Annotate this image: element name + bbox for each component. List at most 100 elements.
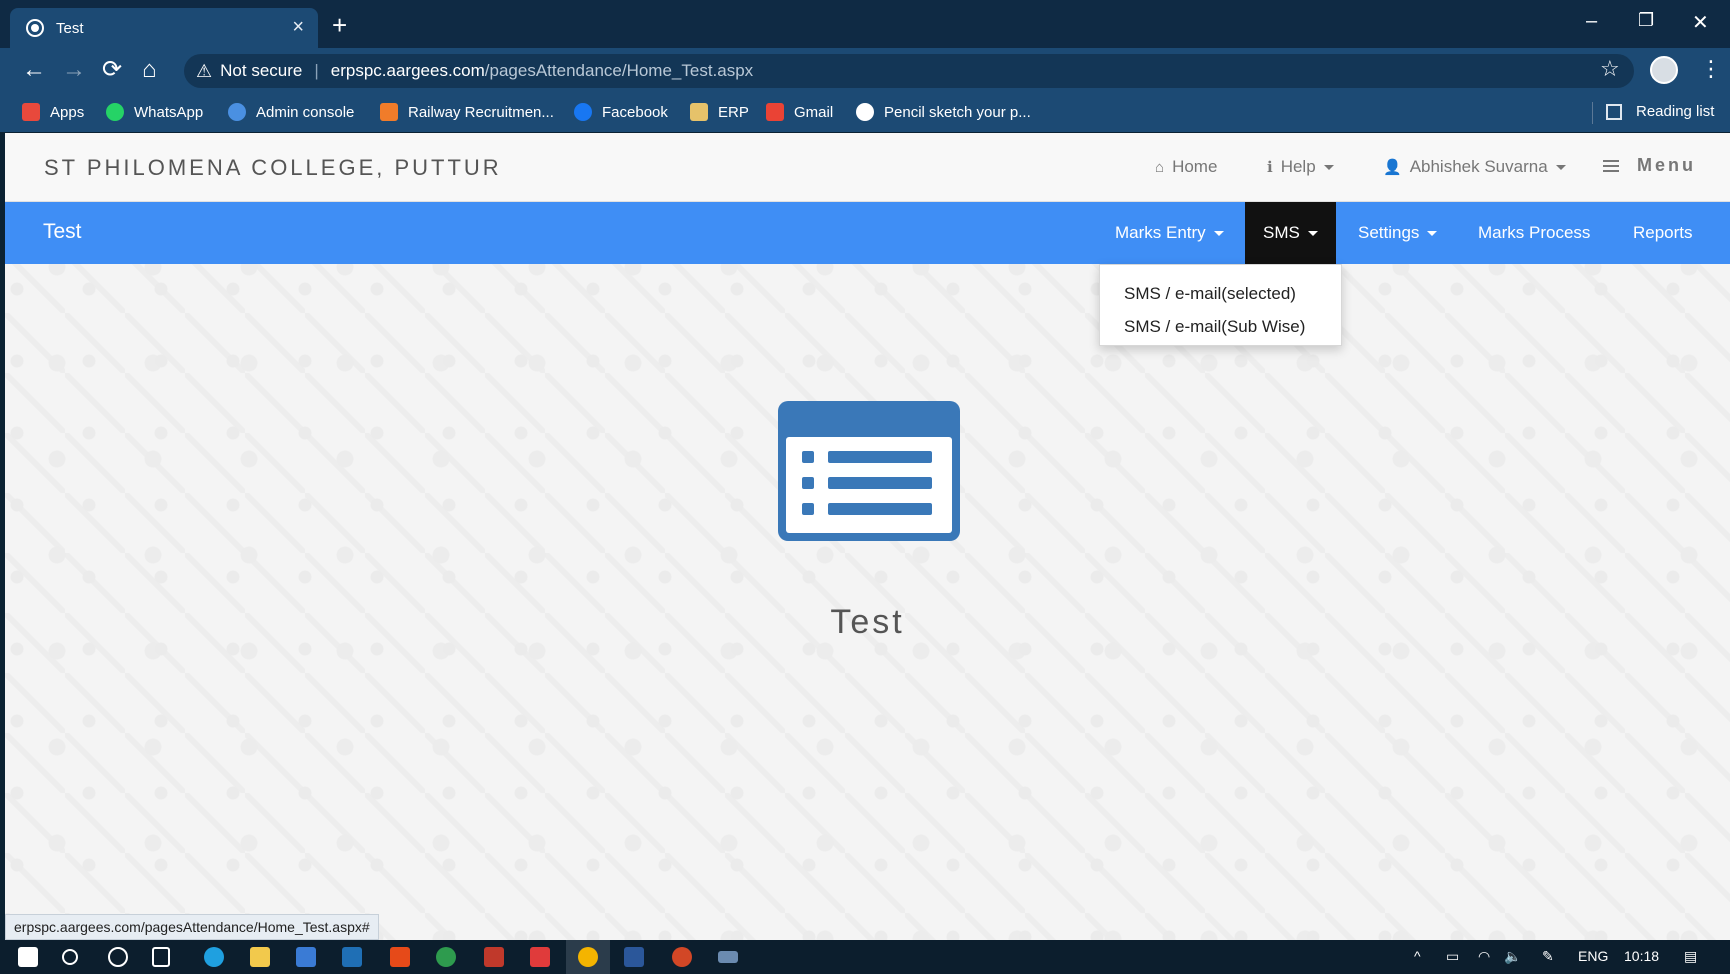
main-menu-button[interactable]: Menu (1603, 155, 1696, 176)
hamburger-icon (1603, 159, 1619, 172)
erp-icon (690, 103, 708, 121)
caret-down-icon (1323, 164, 1334, 170)
user-icon: 👤 (1383, 159, 1402, 176)
media-app-icon[interactable] (530, 947, 550, 967)
bookmark-apps[interactable]: Apps (22, 103, 84, 121)
search-icon[interactable] (62, 949, 78, 965)
caret-down-icon (1307, 230, 1318, 236)
help-menu[interactable]: ℹ Help (1267, 157, 1334, 177)
volume-icon[interactable]: 🔈 (1504, 948, 1521, 965)
tab-title: Test (56, 19, 84, 37)
language-indicator[interactable]: ENG (1578, 948, 1608, 964)
store-icon[interactable] (296, 947, 316, 967)
bookmark-whatsapp[interactable]: WhatsApp (106, 103, 203, 121)
gmail-icon (766, 103, 784, 121)
user-menu[interactable]: 👤 Abhishek Suvarna (1383, 157, 1566, 177)
bookmark-facebook[interactable]: Facebook (574, 103, 668, 121)
tab-close-icon[interactable]: × (292, 16, 304, 39)
page-heading: Test (830, 603, 905, 641)
railway-icon (380, 103, 398, 121)
forward-button[interactable]: → (62, 56, 86, 84)
sms-dropdown-menu: SMS / e-mail(selected) SMS / e-mail(Sub … (1099, 264, 1342, 346)
windows-start-icon[interactable] (18, 947, 38, 967)
new-tab-button[interactable]: + (332, 12, 347, 38)
reading-list-label: Reading list (1636, 103, 1715, 120)
warning-icon: ⚠ (196, 60, 213, 81)
menu-item-sms-email-selected[interactable]: SMS / e-mail(selected) (1124, 284, 1296, 304)
home-link[interactable]: ⌂ Home (1155, 157, 1217, 177)
info-icon: ℹ (1267, 159, 1273, 176)
list-line (828, 503, 932, 515)
nav-settings[interactable]: Settings (1358, 202, 1438, 264)
edge-icon[interactable] (204, 947, 224, 967)
clock[interactable]: 10:18 (1624, 948, 1659, 964)
file-explorer-icon[interactable] (250, 947, 270, 967)
pen-icon[interactable]: ✎ (1542, 948, 1554, 965)
menu-item-sms-email-sub-wise[interactable]: SMS / e-mail(Sub Wise) (1124, 317, 1305, 337)
keyboard-icon[interactable] (718, 951, 738, 963)
cortana-icon[interactable] (108, 947, 128, 967)
bookmark-label: Facebook (602, 103, 668, 121)
url-host: erpspc.aargees.com (330, 61, 485, 80)
browser-menu-icon[interactable]: ⋮ (1700, 56, 1722, 82)
list-bullet (802, 503, 814, 515)
admin-console-icon (228, 103, 246, 121)
caret-down-icon (1555, 164, 1566, 170)
minimize-button[interactable]: – (1586, 10, 1597, 33)
nav-reports-label: Reports (1633, 223, 1693, 242)
bookmark-railway[interactable]: Railway Recruitmen... (380, 103, 554, 121)
address-bar[interactable]: ⚠ Not secure | erpspc.aargees.com/pagesA… (184, 54, 1634, 88)
bookmarks-bar: Apps WhatsApp Admin console Railway Recr… (0, 94, 1730, 132)
help-label: Help (1280, 157, 1316, 176)
browser-tab[interactable]: Test × (10, 8, 318, 48)
browser-toolbar: ← → ⟳ ⌂ ⚠ Not secure | erpspc.aargees.co… (0, 48, 1730, 94)
nav-settings-label: Settings (1358, 223, 1420, 242)
bookmark-gmail[interactable]: Gmail (766, 103, 833, 121)
back-button[interactable]: ← (22, 56, 46, 84)
windows-taskbar: ^ ▭ ◠ 🔈 ✎ ENG 10:18 ▤ (0, 940, 1730, 974)
notifications-icon[interactable]: ▤ (1684, 948, 1697, 965)
reload-button[interactable]: ⟳ (102, 56, 122, 84)
tray-expand-icon[interactable]: ^ (1414, 948, 1421, 964)
apps-grid-icon (22, 103, 40, 121)
profile-avatar[interactable] (1650, 56, 1678, 84)
bookmark-admin-console[interactable]: Admin console (228, 103, 354, 121)
bookmark-label: WhatsApp (134, 103, 204, 121)
close-window-button[interactable]: ✕ (1692, 10, 1709, 35)
restore-button[interactable]: ❐ (1638, 10, 1654, 31)
nav-marks-process[interactable]: Marks Process (1478, 202, 1590, 264)
wifi-icon[interactable]: ◠ (1478, 948, 1490, 965)
list-window-icon (778, 401, 960, 541)
bookmark-label: Gmail (794, 103, 834, 121)
browser-tabstrip: Test × + – ❐ ✕ (0, 0, 1730, 48)
home-button[interactable]: ⌂ (142, 56, 157, 84)
brand-header: ST PHILOMENA COLLEGE, PUTTUR ⌂ Home ℹ He… (5, 133, 1730, 202)
bookmark-star-icon[interactable]: ☆ (1600, 56, 1620, 82)
powerpoint-icon[interactable] (672, 947, 692, 967)
college-name[interactable]: ST PHILOMENA COLLEGE, PUTTUR (44, 155, 502, 181)
address-divider: | (314, 61, 319, 80)
bookmark-pencil-sketch[interactable]: Pencil sketch your p... (856, 103, 1031, 121)
chrome-icon[interactable] (578, 947, 598, 967)
bookmark-label: Apps (50, 103, 85, 121)
bookmark-erp[interactable]: ERP (690, 103, 749, 121)
reading-list-button[interactable]: Reading list (1606, 103, 1714, 120)
app-icon[interactable] (484, 947, 504, 967)
list-panel (786, 437, 952, 533)
home-link-label: Home (1172, 157, 1218, 176)
word-icon[interactable] (624, 947, 644, 967)
nav-sms[interactable]: SMS (1245, 202, 1336, 264)
mail-icon[interactable] (342, 947, 362, 967)
list-bullet (802, 451, 814, 463)
nav-reports[interactable]: Reports (1633, 202, 1693, 264)
facebook-icon (574, 103, 592, 121)
bookmarks-divider (1592, 102, 1593, 124)
module-title[interactable]: Test (43, 220, 82, 244)
network-icon[interactable]: ▭ (1446, 948, 1459, 965)
security-shield-icon[interactable] (436, 947, 456, 967)
task-view-icon[interactable] (152, 947, 170, 967)
list-line (828, 477, 932, 489)
office-icon[interactable] (390, 947, 410, 967)
nav-marks-entry[interactable]: Marks Entry (1115, 202, 1224, 264)
security-label: Not secure (220, 61, 303, 80)
